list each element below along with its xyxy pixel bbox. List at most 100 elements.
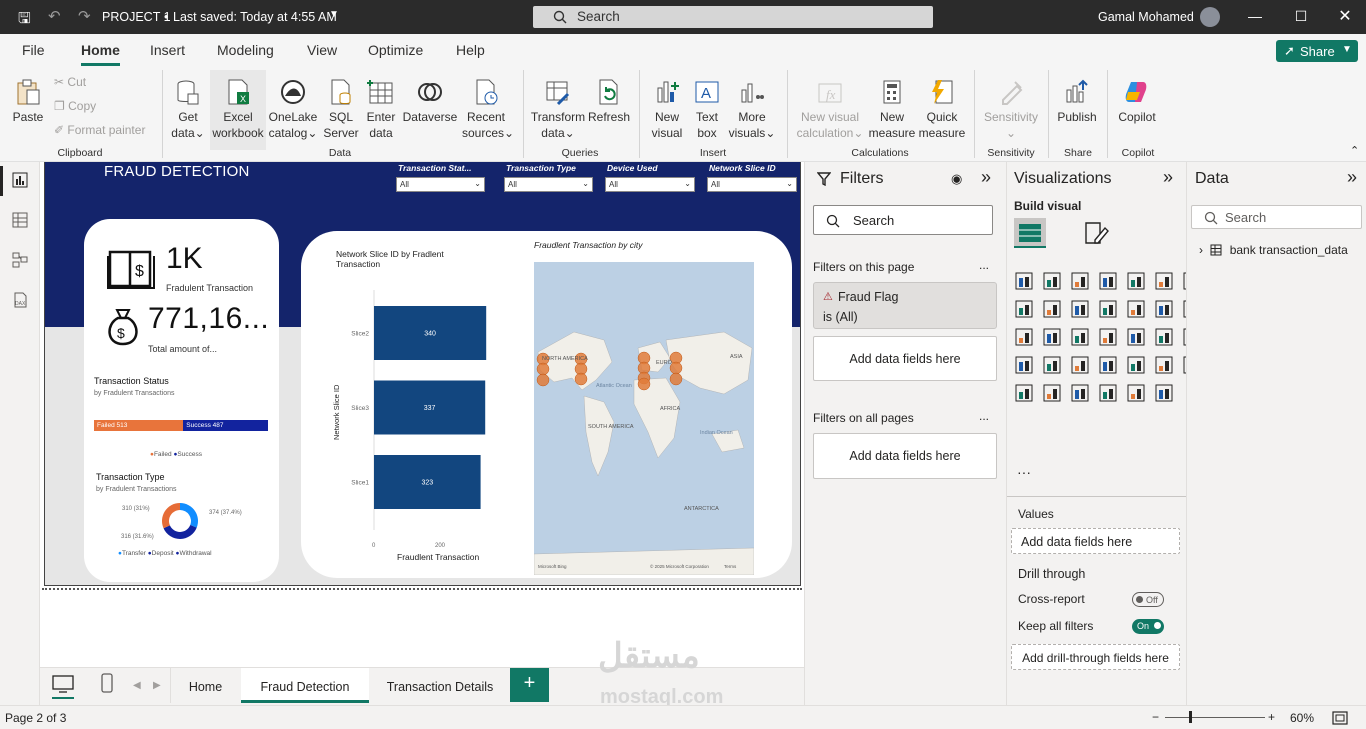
visual-type-icon[interactable]	[1099, 384, 1117, 402]
visual-type-icon[interactable]	[1155, 356, 1173, 374]
save-icon[interactable]: 🖫	[18, 8, 31, 33]
status-bar-failed[interactable]: Failed 513	[94, 420, 184, 431]
menu-modeling[interactable]: Modeling	[217, 42, 274, 58]
tab-home[interactable]: Home	[170, 668, 240, 703]
visual-type-icon[interactable]	[1015, 328, 1033, 346]
next-page-icon[interactable]: ▶	[153, 680, 161, 691]
menu-insert[interactable]: Insert	[150, 42, 185, 58]
status-stacked-bar[interactable]: Failed 513 Success 487	[94, 420, 268, 431]
collapse-pane-icon[interactable]: »	[1163, 167, 1173, 188]
visual-type-icon[interactable]	[1099, 272, 1117, 290]
fraud-map[interactable]: NORTH AMERICA EURO ASIA Atlantic Ocean A…	[534, 262, 754, 575]
transaction-type-donut[interactable]	[160, 501, 200, 541]
menu-help[interactable]: Help	[456, 42, 485, 58]
fit-to-page-icon[interactable]	[1332, 711, 1348, 725]
publish-button[interactable]: Publish	[1054, 70, 1100, 125]
zoom-slider-thumb[interactable]	[1189, 711, 1192, 723]
visual-type-icon[interactable]	[1043, 272, 1061, 290]
visual-type-icon[interactable]	[1127, 328, 1145, 346]
visual-type-icon[interactable]	[1099, 300, 1117, 318]
quick-measure-button[interactable]: Quick measure	[918, 70, 966, 141]
format-painter-button[interactable]: ✐ Format painter	[54, 123, 145, 137]
map-terms-link[interactable]: Terms	[724, 564, 736, 569]
transform-data-button[interactable]: Transform data⌄	[530, 70, 586, 141]
visual-type-icon[interactable]	[1071, 328, 1089, 346]
project-name[interactable]: PROJECT 1	[102, 10, 171, 24]
copilot-button[interactable]: Copilot	[1112, 70, 1162, 125]
menu-optimize[interactable]: Optimize	[368, 42, 423, 58]
new-visual-button[interactable]: New visual	[646, 70, 688, 141]
filters-all-pages-dropzone[interactable]: Add data fields here	[813, 433, 997, 479]
slicer-transaction-type[interactable]: All ⌄	[504, 177, 593, 192]
visual-type-icon[interactable]	[1155, 272, 1173, 290]
dax-query-view-icon[interactable]: DAX	[12, 292, 28, 308]
visual-type-icon[interactable]	[1099, 328, 1117, 346]
filter-card-fraud-flag[interactable]: ⚠ Fraud Flag is (All)	[813, 282, 997, 329]
filters-page-dropzone[interactable]: Add data fields here	[813, 336, 997, 381]
cross-report-toggle[interactable]: Off	[1132, 592, 1164, 607]
refresh-button[interactable]: Refresh	[588, 70, 630, 125]
visual-type-icon[interactable]	[1015, 300, 1033, 318]
visual-type-icon[interactable]	[1015, 272, 1033, 290]
visual-type-icon[interactable]	[1127, 356, 1145, 374]
collapse-pane-icon[interactable]: »	[1347, 167, 1357, 188]
visual-type-icon[interactable]	[1127, 384, 1145, 402]
sensitivity-button[interactable]: Sensitivity ⌄	[982, 70, 1040, 141]
tab-transaction-details[interactable]: Transaction Details	[370, 668, 510, 703]
mobile-layout-icon[interactable]	[100, 673, 114, 693]
user-name[interactable]: Gamal Mohamed	[1098, 10, 1194, 24]
visual-type-icon[interactable]	[1071, 356, 1089, 374]
collapse-ribbon-icon[interactable]: ⌃	[1350, 144, 1359, 157]
format-visual-icon[interactable]	[1083, 220, 1109, 246]
new-measure-button[interactable]: New measure	[868, 70, 916, 141]
enter-data-button[interactable]: Enter data	[364, 70, 398, 141]
maximize-icon[interactable]: ☐	[1286, 8, 1316, 25]
onelake-catalog-button[interactable]: OneLake catalog⌄	[266, 70, 320, 141]
network-slice-bar-chart[interactable]: 340 Slice2 337 Slice3 323 Slice1	[340, 290, 510, 552]
more-visuals-ellipsis[interactable]: ···	[1017, 464, 1031, 480]
excel-workbook-button[interactable]: X Excel workbook	[210, 70, 266, 150]
keep-all-filters-toggle[interactable]: On	[1132, 619, 1164, 634]
chevron-down-icon[interactable]: ▼	[329, 9, 339, 20]
more-visuals-button[interactable]: More visuals⌄	[728, 70, 776, 141]
visual-type-icon[interactable]	[1015, 356, 1033, 374]
build-visual-tab[interactable]	[1014, 218, 1046, 248]
desktop-layout-icon[interactable]	[52, 675, 74, 693]
visual-type-icon[interactable]	[1043, 300, 1061, 318]
share-button[interactable]: ➚ Share ▼	[1276, 40, 1358, 62]
visual-type-icon[interactable]	[1099, 356, 1117, 374]
values-dropzone[interactable]: Add data fields here	[1011, 528, 1180, 554]
report-view-icon[interactable]	[12, 172, 28, 188]
get-data-button[interactable]: Get data⌄	[168, 70, 208, 141]
more-options-icon[interactable]: ...	[979, 258, 989, 272]
global-search-box[interactable]: Search	[533, 6, 933, 28]
visual-type-icon[interactable]	[1071, 384, 1089, 402]
close-icon[interactable]: ✕	[1330, 6, 1360, 26]
visual-type-icon[interactable]	[1071, 300, 1089, 318]
visual-type-icon[interactable]	[1015, 384, 1033, 402]
sql-server-button[interactable]: SQL Server	[322, 70, 360, 141]
donut-slice[interactable]	[163, 525, 197, 539]
zoom-slider-track[interactable]	[1165, 717, 1265, 718]
recent-sources-button[interactable]: Recent sources⌄	[462, 70, 514, 141]
data-table-item[interactable]: › bank transaction_data	[1199, 243, 1348, 257]
redo-icon[interactable]: ↷	[78, 7, 91, 25]
model-view-icon[interactable]	[12, 252, 28, 268]
menu-home[interactable]: Home	[81, 42, 120, 66]
zoom-out-button[interactable]: −	[1152, 710, 1159, 724]
visual-type-icon[interactable]	[1127, 272, 1145, 290]
visual-type-icon[interactable]	[1155, 300, 1173, 318]
data-search-input[interactable]: Search	[1191, 205, 1362, 229]
visual-type-icon[interactable]	[1155, 328, 1173, 346]
avatar[interactable]	[1200, 7, 1220, 27]
minimize-icon[interactable]: —	[1240, 8, 1270, 24]
visual-type-icon[interactable]	[1043, 328, 1061, 346]
visual-type-icon[interactable]	[1155, 384, 1173, 402]
undo-icon[interactable]: ↶	[48, 7, 61, 25]
cut-button[interactable]: ✂ Cut	[54, 75, 86, 89]
filters-search-input[interactable]: Search	[813, 205, 993, 235]
visual-type-icon[interactable]	[1127, 300, 1145, 318]
menu-file[interactable]: File	[22, 42, 45, 58]
dataverse-button[interactable]: Dataverse	[402, 70, 458, 125]
zoom-in-button[interactable]: +	[1268, 710, 1275, 724]
